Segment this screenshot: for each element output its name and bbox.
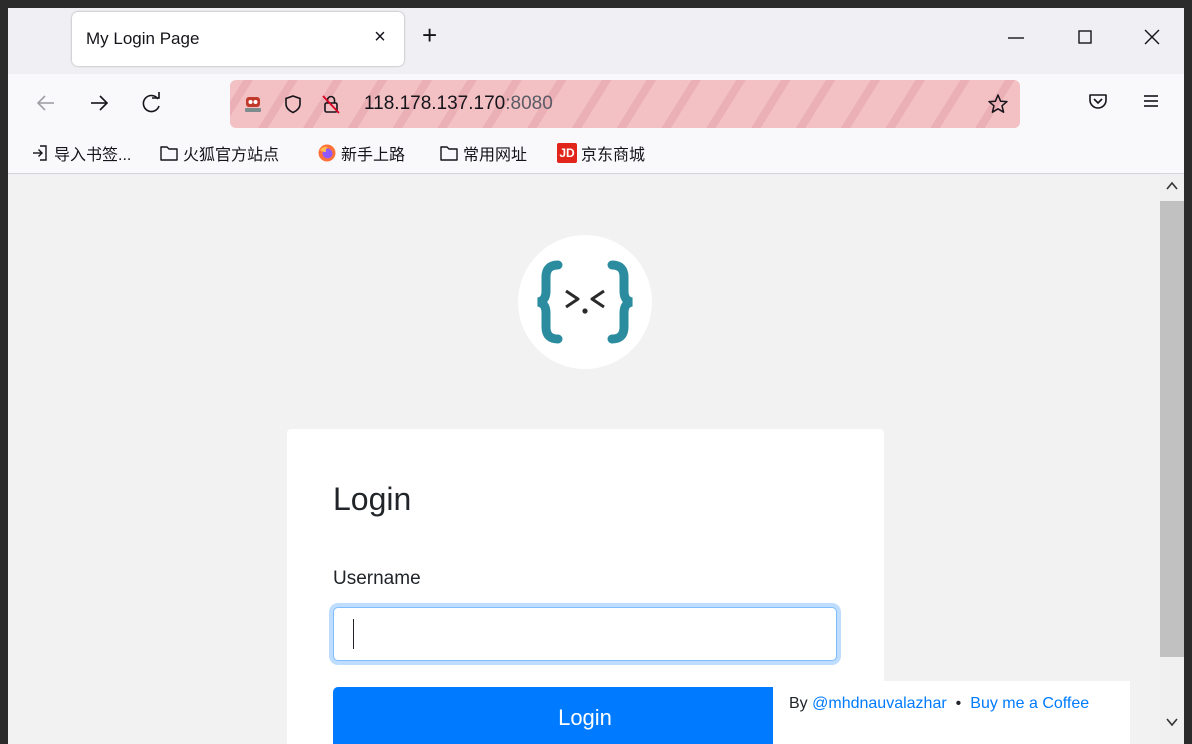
tab-close-icon[interactable]: × bbox=[370, 26, 390, 50]
credit-separator: • bbox=[955, 695, 962, 712]
url-bar[interactable]: 118.178.137.170:8080 bbox=[230, 80, 1020, 128]
reload-icon[interactable] bbox=[138, 89, 166, 117]
jd-badge: JD bbox=[557, 143, 577, 163]
minimize-icon[interactable] bbox=[1005, 26, 1027, 48]
bookmark-star-icon[interactable] bbox=[986, 92, 1010, 116]
vertical-scrollbar[interactable] bbox=[1160, 175, 1184, 744]
maximize-icon[interactable] bbox=[1074, 26, 1096, 48]
login-button[interactable]: Login bbox=[333, 687, 837, 744]
new-tab-icon[interactable]: + bbox=[422, 22, 437, 48]
url-host: 118.178.137.170 bbox=[364, 93, 506, 114]
forward-icon[interactable] bbox=[85, 89, 113, 117]
back-icon[interactable] bbox=[32, 89, 60, 117]
bookmark-label: 新手上路 bbox=[341, 147, 406, 164]
username-label: Username bbox=[333, 568, 421, 589]
tab-title: My Login Page bbox=[86, 29, 200, 48]
folder-icon bbox=[159, 143, 179, 163]
credit-by: By bbox=[789, 695, 808, 712]
bookmark-jd-mall[interactable]: JD 京东商城 bbox=[557, 142, 645, 164]
remote-control-icon[interactable] bbox=[242, 93, 264, 115]
scrollbar-thumb[interactable] bbox=[1160, 201, 1184, 657]
folder-icon bbox=[439, 143, 459, 163]
scroll-down-icon[interactable] bbox=[1160, 715, 1184, 735]
login-title: Login bbox=[333, 481, 412, 517]
scroll-up-icon[interactable] bbox=[1160, 179, 1184, 199]
navigation-bar: 118.178.137.170:8080 bbox=[8, 74, 1184, 132]
bookmarks-toolbar: 导入书签... 火狐官方站点 新手上路 常用网址 JD 京东商城 bbox=[8, 132, 1184, 174]
browser-window: My Login Page × + 118.178.137.170:8080 导… bbox=[8, 8, 1184, 744]
close-window-icon[interactable] bbox=[1141, 26, 1163, 48]
bookmark-label: 京东商城 bbox=[581, 147, 646, 164]
bookmark-firefox-site[interactable]: 火狐官方站点 bbox=[159, 142, 279, 164]
bookmark-label: 火狐官方站点 bbox=[183, 147, 280, 164]
firefox-icon bbox=[317, 143, 337, 163]
buy-coffee-link[interactable]: Buy me a Coffee bbox=[970, 695, 1089, 713]
shield-icon[interactable] bbox=[282, 93, 304, 115]
url-port: :8080 bbox=[505, 93, 553, 114]
username-input[interactable] bbox=[333, 607, 837, 661]
tab-my-login-page[interactable]: My Login Page × bbox=[72, 12, 404, 66]
insecure-lock-icon[interactable] bbox=[320, 93, 342, 115]
page-content: Login Username Login By @mhdnauvalazhar •… bbox=[8, 175, 1160, 744]
import-icon bbox=[30, 143, 50, 163]
bookmark-common-urls[interactable]: 常用网址 bbox=[439, 142, 527, 164]
bookmark-label: 导入书签... bbox=[54, 147, 132, 164]
credit-footer: By @mhdnauvalazhar • Buy me a Coffee bbox=[773, 681, 1130, 744]
text-caret bbox=[353, 619, 354, 649]
url-text[interactable]: 118.178.137.170:8080 bbox=[364, 93, 553, 115]
jd-icon: JD bbox=[557, 143, 577, 163]
tab-strip: My Login Page × + bbox=[8, 8, 1184, 74]
app-logo bbox=[518, 235, 652, 369]
bookmark-getting-started[interactable]: 新手上路 bbox=[317, 142, 405, 164]
author-link[interactable]: @mhdnauvalazhar bbox=[812, 695, 947, 713]
bookmark-import[interactable]: 导入书签... bbox=[30, 142, 131, 164]
hamburger-menu-icon[interactable] bbox=[1139, 89, 1163, 113]
pocket-icon[interactable] bbox=[1086, 89, 1110, 113]
bookmark-label: 常用网址 bbox=[463, 147, 528, 164]
code-brace-logo-icon bbox=[537, 260, 633, 344]
